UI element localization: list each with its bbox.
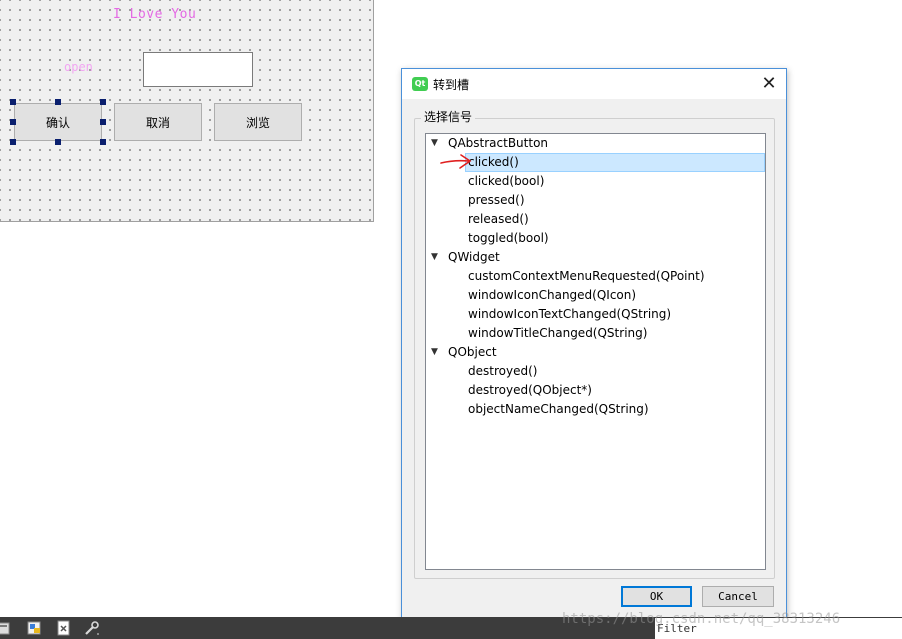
tree-signal-item[interactable]: released() [426,210,765,229]
expand-arrow-icon[interactable]: ▼ [431,343,438,362]
tree-item-label: clicked() [468,155,519,169]
dialog-titlebar[interactable]: Qt 转到槽 ✕ [402,69,786,99]
selection-handle[interactable] [10,139,16,145]
tree-item-label: toggled(bool) [468,231,549,245]
form-title-label: I Love You [113,7,197,22]
tool-icon-2[interactable] [27,620,43,636]
expand-arrow-icon[interactable]: ▼ [431,134,438,153]
tree-signal-item[interactable]: windowIconTextChanged(QString) [426,305,765,324]
tree-signal-item[interactable]: clicked(bool) [426,172,765,191]
tree-group-item[interactable]: ▼ QAbstractButton [426,134,765,153]
tree-signal-item[interactable]: toggled(bool) [426,229,765,248]
browse-button[interactable]: 浏览 [214,103,302,141]
confirm-button[interactable]: 确认 [14,103,102,141]
tree-item-label: QObject [448,345,497,359]
tree-signal-item[interactable]: windowIconChanged(QIcon) [426,286,765,305]
tree-signal-item[interactable]: pressed() [426,191,765,210]
tree-signal-item[interactable]: destroyed() [426,362,765,381]
watermark-text: https://blog.csdn.net/qq_38313246 [562,611,841,627]
selection-handle[interactable] [100,139,106,145]
selection-handle[interactable] [100,119,106,125]
tree-signal-item[interactable]: destroyed(QObject*) [426,381,765,400]
tree-group-item[interactable]: ▼ QObject [426,343,765,362]
tree-signal-item[interactable]: customContextMenuRequested(QPoint) [426,267,765,286]
tree-item-label: released() [468,212,529,226]
open-label: open [64,60,93,74]
selection-handle[interactable] [10,99,16,105]
tree-signal-item[interactable]: objectNameChanged(QString) [426,400,765,419]
cancel-form-button[interactable]: 取消 [114,103,202,141]
signal-tree[interactable]: ▼ QAbstractButton clicked() clicked(bool) pr… [425,133,766,570]
selection-handle[interactable] [10,119,16,125]
tree-item-label: QAbstractButton [448,136,549,150]
screen: I Love You open 确认 取消 浏览 Qt 转到槽 ✕ 选择信号 ▼… [0,0,902,639]
tree-item-label: objectNameChanged(QString) [468,402,649,416]
expand-arrow-icon[interactable]: ▼ [431,248,438,267]
tree-item-label: clicked(bool) [468,174,545,188]
selection-handle[interactable] [55,139,61,145]
tree-item-label: destroyed() [468,364,538,378]
tool-icon-1[interactable] [0,620,12,636]
tree-item-label: windowIconTextChanged(QString) [468,307,672,321]
ok-button[interactable]: OK [621,586,692,607]
cancel-button[interactable]: Cancel [702,586,774,607]
tree-item-label: pressed() [468,193,525,207]
selection-handle[interactable] [100,99,106,105]
form-designer-canvas[interactable]: I Love You open 确认 取消 浏览 [0,0,374,222]
tree-item-label: QWidget [448,250,500,264]
wrench-icon[interactable] [84,620,100,636]
selection-handle[interactable] [55,99,61,105]
tree-signal-item[interactable]: windowTitleChanged(QString) [426,324,765,343]
dialog-title: 转到槽 [433,78,470,92]
select-signal-label: 选择信号 [421,108,476,125]
tree-group-item[interactable]: ▼ QWidget [426,248,765,267]
close-button[interactable]: ✕ [756,71,782,97]
tree-item-label: customContextMenuRequested(QPoint) [468,269,705,283]
tree-item-label: windowIconChanged(QIcon) [468,288,637,302]
tree-item-label: windowTitleChanged(QString) [468,326,648,340]
annotation-arrow-icon [440,154,472,169]
tree-item-label: destroyed(QObject*) [468,383,592,397]
tree-signal-item[interactable]: clicked() [426,153,765,172]
bottom-toolbar [0,617,655,639]
close-file-icon[interactable] [56,620,72,636]
form-line-edit[interactable] [143,52,253,87]
qt-app-icon: Qt [412,77,428,91]
go-to-slot-dialog: Qt 转到槽 ✕ 选择信号 ▼ QAbstractButton clicked() c… [401,68,787,619]
